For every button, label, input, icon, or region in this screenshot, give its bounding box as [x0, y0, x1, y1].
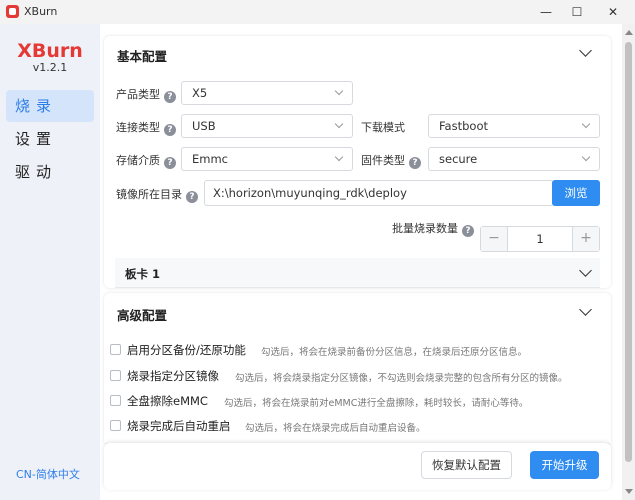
- product-type-select[interactable]: X5: [181, 81, 353, 105]
- help-icon[interactable]: ?: [186, 191, 198, 203]
- chevron-down-icon: [581, 119, 591, 129]
- help-icon[interactable]: ?: [164, 124, 176, 136]
- app-logo-icon: [6, 5, 19, 18]
- help-icon[interactable]: ?: [462, 225, 474, 237]
- download-mode-select[interactable]: Fastboot: [428, 114, 600, 138]
- product-type-label: 产品类型?: [116, 86, 176, 103]
- connect-type-select[interactable]: USB: [181, 114, 353, 138]
- maximize-button[interactable]: ☐: [560, 0, 594, 24]
- chevron-down-icon[interactable]: [579, 264, 592, 277]
- sidebar-item-settings[interactable]: 设置: [6, 123, 94, 155]
- option-label: 烧录指定分区镜像: [127, 369, 219, 383]
- sidebar: XBurn v1.2.1 烧录 设置 驱动 CN-简体中文: [0, 24, 100, 500]
- advanced-config-title: 高级配置: [117, 308, 168, 323]
- option-label: 全盘擦除eMMC: [127, 394, 208, 408]
- image-dir-input[interactable]: X:\horizon\muyunqing_rdk\deploy: [204, 180, 554, 206]
- storage-select[interactable]: Emmc: [181, 147, 353, 171]
- minimize-button[interactable]: —: [529, 0, 563, 24]
- option-desc: 勾选后，将会在烧录前对eMMC进行全盘擦除，耗时较长，请耐心等待。: [224, 398, 529, 409]
- batch-count-value[interactable]: 1: [508, 227, 572, 251]
- board-panel[interactable]: 板卡 1: [115, 258, 600, 288]
- option-desc: 勾选后，将会在烧录前备份分区信息，在烧录后还原分区信息。: [261, 347, 528, 358]
- sidebar-item-burn[interactable]: 烧录: [6, 90, 94, 122]
- basic-config-title: 基本配置: [117, 49, 168, 64]
- checkbox[interactable]: [110, 370, 121, 381]
- help-icon[interactable]: ?: [164, 157, 176, 169]
- advanced-config-card: 高级配置 启用分区备份/还原功能 勾选后，将会在烧录前备份分区信息，在烧录后还原…: [104, 293, 611, 443]
- image-dir-label: 镜像所在目录?: [116, 186, 198, 203]
- option-desc: 勾选后，将会烧录指定分区镜像，不勾选则会烧录完整的包含所有分区的镜像。: [235, 373, 568, 384]
- basic-config-card: 基本配置 产品类型? X5 连接类型? USB 下载模式 Fastboot 存储…: [104, 36, 611, 288]
- close-button[interactable]: ✕: [596, 0, 630, 24]
- option-label: 烧录完成后自动重启: [127, 419, 231, 433]
- footer-bar: 恢复默认配置 开始升级: [104, 443, 611, 490]
- option-label: 启用分区备份/还原功能: [127, 343, 246, 357]
- scroll-up-icon[interactable]: [625, 30, 633, 35]
- chevron-down-icon: [334, 86, 344, 96]
- checkbox[interactable]: [110, 395, 121, 406]
- increment-button[interactable]: +: [572, 227, 599, 251]
- window-title: XBurn: [24, 5, 58, 18]
- language-switch[interactable]: CN-简体中文: [16, 466, 80, 482]
- scrollbar[interactable]: [622, 24, 635, 500]
- batch-count-stepper: − 1 +: [480, 226, 600, 252]
- connect-type-label: 连接类型?: [116, 119, 176, 136]
- start-upgrade-button[interactable]: 开始升级: [530, 451, 599, 479]
- scroll-thumb[interactable]: [625, 42, 632, 462]
- option-desc: 勾选后，将会在烧录完成后自动重启设备。: [245, 423, 426, 434]
- chevron-down-icon: [581, 152, 591, 162]
- reset-defaults-button[interactable]: 恢复默认配置: [421, 451, 512, 479]
- scroll-down-icon[interactable]: [625, 489, 633, 494]
- download-mode-label: 下载模式: [361, 121, 405, 134]
- board-title: 板卡 1: [125, 267, 161, 281]
- help-icon[interactable]: ?: [164, 91, 176, 103]
- browse-button[interactable]: 浏览: [552, 180, 600, 206]
- decrement-button[interactable]: −: [481, 227, 508, 251]
- logo-text: XBurn: [17, 40, 83, 62]
- chevron-down-icon: [334, 152, 344, 162]
- sidebar-item-drivers[interactable]: 驱动: [6, 156, 94, 188]
- checkbox[interactable]: [110, 344, 121, 355]
- firmware-type-label: 固件类型?: [361, 152, 421, 169]
- chevron-down-icon: [334, 119, 344, 129]
- collapse-chevron-icon[interactable]: [579, 303, 592, 316]
- firmware-type-select[interactable]: secure: [428, 147, 600, 171]
- title-bar: XBurn — ☐ ✕: [0, 0, 635, 24]
- storage-label: 存储介质?: [116, 152, 176, 169]
- checkbox[interactable]: [110, 420, 121, 431]
- collapse-chevron-icon[interactable]: [579, 44, 592, 57]
- version-label: v1.2.1: [32, 61, 68, 74]
- batch-count-label: 批量烧录数量?: [392, 220, 474, 237]
- help-icon[interactable]: ?: [409, 157, 421, 169]
